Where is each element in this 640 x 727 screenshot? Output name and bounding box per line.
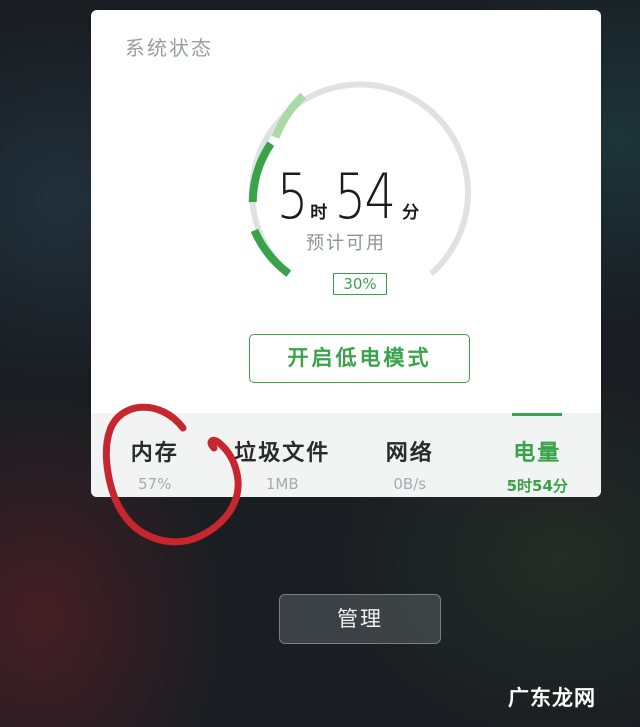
remaining-time: 5 时 54 分: [91, 160, 601, 233]
remaining-time-label: 预计可用: [306, 233, 386, 254]
low-power-mode-button[interactable]: 开启低电模式: [249, 334, 470, 383]
battery-percent-badge: 30%: [333, 273, 387, 295]
hour-unit: 时: [310, 203, 328, 223]
tab-network-value: 0B/s: [393, 475, 427, 493]
tab-battery[interactable]: 电量 5时54分: [474, 413, 602, 497]
remaining-hours: 5: [276, 160, 309, 233]
minute-unit: 分: [402, 203, 420, 223]
tab-network-label: 网络: [385, 441, 434, 466]
watermark: 广东龙网: [508, 686, 596, 710]
tab-network[interactable]: 网络 0B/s: [346, 413, 474, 497]
remaining-minutes: 54: [334, 160, 397, 233]
manage-button[interactable]: 管理: [279, 594, 441, 644]
red-circle-annotation: [102, 403, 242, 546]
tab-battery-label: 电量: [513, 441, 562, 466]
tab-battery-value: 5时54分: [506, 477, 568, 495]
